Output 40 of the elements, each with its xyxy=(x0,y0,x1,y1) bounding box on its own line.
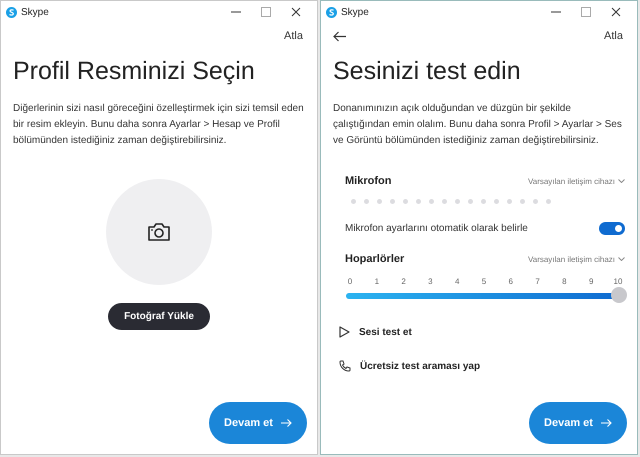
app-logo-icon xyxy=(6,6,17,18)
skip-link[interactable]: Atla xyxy=(604,30,623,42)
tick-label: 1 xyxy=(374,277,380,286)
tick-label: 7 xyxy=(534,277,541,286)
tick-label: 3 xyxy=(427,277,434,286)
tick-label: 4 xyxy=(454,277,460,286)
tick-label: 6 xyxy=(508,277,514,286)
app-logo-icon xyxy=(326,6,337,18)
test-call-link[interactable]: Ücretsiz test araması yap xyxy=(321,354,637,378)
window-title: Skype xyxy=(21,6,50,18)
continue-button[interactable]: Devam et xyxy=(529,402,627,444)
description-text: Diğerlerinin sizi nasıl göreceğini özelleştirmek için sizi temsil eden bir resim ekleyin. Bunu daha sonra Ayarlar > Hesap ve Profil bölümünden istediğiniz zaman değiştirebilirsiniz. xyxy=(13,102,305,148)
arrow-right-icon xyxy=(600,419,612,427)
back-arrow-icon[interactable] xyxy=(333,30,347,42)
upload-photo-button[interactable]: Fotoğraf Yükle xyxy=(108,303,210,330)
microphone-label: Mikrofon xyxy=(345,175,392,187)
skip-link[interactable]: Atla xyxy=(284,30,303,42)
tick-label: 0 xyxy=(346,277,354,286)
page-heading: Profil Resminizi Seçin xyxy=(13,56,256,87)
window-title: Skype xyxy=(341,6,370,18)
continue-button[interactable]: Devam et xyxy=(209,402,307,444)
phone-icon xyxy=(339,360,351,372)
chevron-icon xyxy=(618,179,625,183)
play-icon xyxy=(339,326,350,338)
tick-label: 8 xyxy=(561,277,568,286)
tick-label: 2 xyxy=(400,277,407,286)
page-heading: Sesinizi test edin xyxy=(333,56,522,87)
auto-mic-setting-label: Mikrofon ayarlarını otomatik olarak belirle xyxy=(345,223,528,234)
speakers-device-dropdown[interactable]: Varsayılan iletişim cihazı xyxy=(528,254,625,264)
arrow-right-icon xyxy=(280,419,292,427)
chevron-icon xyxy=(618,257,625,261)
toggle-switch[interactable] xyxy=(599,222,625,235)
description-text: Donanımınızın açık olduğundan ve düzgün bir şekilde çalıştığından emin olalım. Bunu daha sonra Profil > Ayarlar > Ses ve Görüntü bölümünden istediğiniz zaman değiştirebilirsiniz. xyxy=(333,102,623,148)
camera-icon xyxy=(147,222,171,242)
tick-label: 9 xyxy=(588,277,594,286)
test-sound-link[interactable]: Sesi test et xyxy=(321,320,637,344)
tick-label: 5 xyxy=(480,277,488,286)
microphone-device-dropdown[interactable]: Varsayılan iletişim cihazı xyxy=(528,176,625,186)
speakers-label: Hoparlörler xyxy=(345,253,404,265)
tick-label: 10 xyxy=(612,277,623,286)
